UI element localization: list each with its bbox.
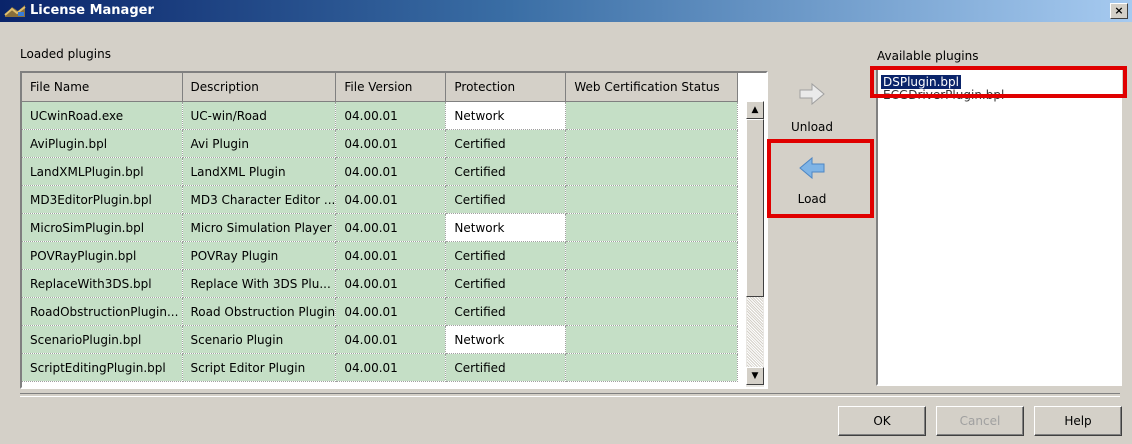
table-cell: 04.00.01 xyxy=(335,185,447,214)
unload-button[interactable]: Unload xyxy=(774,74,850,142)
table-cell: AviPlugin.bpl xyxy=(22,129,183,158)
scroll-track[interactable] xyxy=(747,297,763,367)
column-header[interactable]: File Version xyxy=(335,73,447,102)
table-row[interactable]: MD3EditorPlugin.bpl MD3 Character Editor … xyxy=(22,185,739,214)
grid-body: UCwinRoad.exe UC-win/Road 04.00.01 Network A… xyxy=(22,101,739,382)
arrow-left-icon xyxy=(799,156,825,180)
table-cell xyxy=(565,213,739,242)
table-cell: 04.00.01 xyxy=(335,101,447,130)
available-item-ecgdriverplugin[interactable]: ECGDriverPlugin.bpl xyxy=(881,88,1006,102)
help-button[interactable]: Help xyxy=(1034,406,1122,436)
table-cell: LandXMLPlugin.bpl xyxy=(22,157,183,186)
grid-header-row: File Name Description File Version Protecti… xyxy=(22,73,739,102)
table-cell: POVRayPlugin.bpl xyxy=(22,241,183,270)
table-cell: 04.00.01 xyxy=(335,241,447,270)
table-cell xyxy=(565,101,739,130)
scroll-thumb[interactable] xyxy=(746,119,764,297)
close-button[interactable]: × xyxy=(1110,3,1128,19)
column-header[interactable]: Description xyxy=(182,73,337,102)
grid-vertical-scrollbar[interactable]: ▲ ▼ xyxy=(746,101,764,387)
table-cell xyxy=(565,129,739,158)
title-bar: License Manager × xyxy=(0,0,1132,22)
table-cell: ScenarioPlugin.bpl xyxy=(22,325,183,354)
arrow-right-icon xyxy=(799,82,825,106)
table-cell xyxy=(565,241,739,270)
available-plugins-label: Available plugins xyxy=(877,49,979,63)
table-cell: Avi Plugin xyxy=(182,129,337,158)
table-cell: Network xyxy=(445,325,567,354)
loaded-plugins-grid[interactable]: File Name Description File Version Protecti… xyxy=(20,71,768,389)
available-plugins-list[interactable]: DSPlugin.bpl ECGDriverPlugin.bpl xyxy=(876,68,1122,386)
table-cell: UCwinRoad.exe xyxy=(22,101,183,130)
table-cell: 04.00.01 xyxy=(335,157,447,186)
loaded-plugins-table: File Name Description File Version Protecti… xyxy=(22,73,739,382)
column-header[interactable]: Protection xyxy=(445,73,567,102)
load-label: Load xyxy=(797,192,827,206)
table-row[interactable]: AviPlugin.bpl Avi Plugin 04.00.01 Certified xyxy=(22,129,739,158)
table-cell xyxy=(565,297,739,326)
table-cell: MD3EditorPlugin.bpl xyxy=(22,185,183,214)
table-cell: Scenario Plugin xyxy=(182,325,337,354)
table-cell: Certified xyxy=(445,157,567,186)
table-cell: ReplaceWith3DS.bpl xyxy=(22,269,183,298)
table-row[interactable]: ReplaceWith3DS.bpl Replace With 3DS Plu..… xyxy=(22,269,739,298)
table-cell xyxy=(565,185,739,214)
footer-separator xyxy=(20,393,1120,397)
table-cell: 04.00.01 xyxy=(335,129,447,158)
table-cell: Certified xyxy=(445,297,567,326)
table-cell: 04.00.01 xyxy=(335,213,447,242)
table-row[interactable]: RoadObstructionPlugin... Road Obstruction… xyxy=(22,297,739,326)
table-cell: Certified xyxy=(445,269,567,298)
available-item-dsplugin[interactable]: DSPlugin.bpl xyxy=(880,74,962,90)
license-manager-app-icon xyxy=(4,5,26,17)
load-button[interactable]: Load xyxy=(774,146,850,212)
table-row[interactable]: UCwinRoad.exe UC-win/Road 04.00.01 Network xyxy=(22,101,739,130)
table-cell: Replace With 3DS Plu... xyxy=(182,269,337,298)
table-row[interactable]: ScenarioPlugin.bpl Scenario Plugin 04.00.0… xyxy=(22,325,739,354)
table-cell: 04.00.01 xyxy=(335,325,447,354)
table-cell: LandXML Plugin xyxy=(182,157,337,186)
table-cell: Road Obstruction Plugin xyxy=(182,297,337,326)
table-cell: ScriptEditingPlugin.bpl xyxy=(22,353,183,382)
scroll-down-arrow-icon[interactable]: ▼ xyxy=(746,367,764,385)
table-cell xyxy=(565,325,739,354)
table-cell: Certified xyxy=(445,241,567,270)
window-title: License Manager xyxy=(30,3,154,18)
table-cell: 04.00.01 xyxy=(335,269,447,298)
table-cell xyxy=(565,269,739,298)
table-row[interactable]: POVRayPlugin.bpl POVRay Plugin 04.00.01 Cer… xyxy=(22,241,739,270)
table-cell: Certified xyxy=(445,353,567,382)
table-cell: RoadObstructionPlugin... xyxy=(22,297,183,326)
cancel-button[interactable]: Cancel xyxy=(936,406,1024,436)
table-cell xyxy=(565,157,739,186)
table-cell: MD3 Character Editor ... xyxy=(182,185,337,214)
table-cell: Certified xyxy=(445,185,567,214)
table-cell: Certified xyxy=(445,129,567,158)
table-cell: Network xyxy=(445,213,567,242)
table-cell: MicroSimPlugin.bpl xyxy=(22,213,183,242)
table-row[interactable]: MicroSimPlugin.bpl Micro Simulation Playe… xyxy=(22,213,739,242)
table-row[interactable]: LandXMLPlugin.bpl LandXML Plugin 04.00.01 C… xyxy=(22,157,739,186)
table-cell: POVRay Plugin xyxy=(182,241,337,270)
table-cell: Micro Simulation Player xyxy=(182,213,337,242)
table-cell: Script Editor Plugin xyxy=(182,353,337,382)
table-row[interactable]: ScriptEditingPlugin.bpl Script Editor Plu… xyxy=(22,353,739,382)
loaded-plugins-label: Loaded plugins xyxy=(20,47,111,61)
table-cell: Network xyxy=(445,101,567,130)
ok-button[interactable]: OK xyxy=(838,406,926,436)
table-cell: 04.00.01 xyxy=(335,297,447,326)
table-cell: UC-win/Road xyxy=(182,101,337,130)
table-cell xyxy=(565,353,739,382)
scroll-up-arrow-icon[interactable]: ▲ xyxy=(746,101,764,119)
column-header[interactable]: File Name xyxy=(22,73,183,102)
column-header[interactable]: Web Certification Status xyxy=(565,73,739,102)
table-cell: 04.00.01 xyxy=(335,353,447,382)
unload-label: Unload xyxy=(790,120,834,134)
